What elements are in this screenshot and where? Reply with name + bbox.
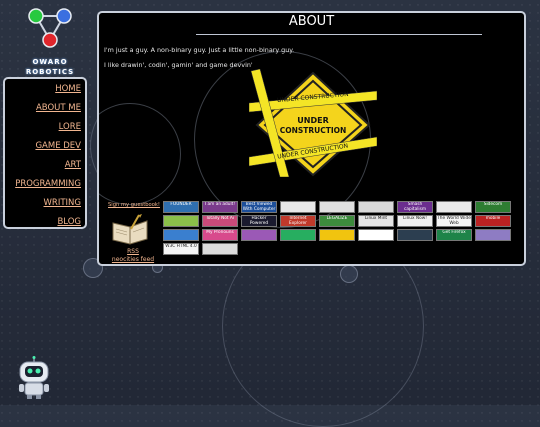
logo-wordmark-line1: OWARO xyxy=(32,58,68,66)
nav-link-about-me[interactable]: ABOUT ME xyxy=(36,103,81,113)
nav-link-art[interactable]: ART xyxy=(65,160,81,170)
site-logo[interactable]: OWARO ROBOTICS xyxy=(18,4,82,78)
site-badge-button[interactable] xyxy=(358,229,394,241)
site-badge-button[interactable] xyxy=(436,201,472,213)
site-badge-button[interactable] xyxy=(475,229,511,241)
site-badge-button[interactable] xyxy=(358,201,394,213)
site-badge-button[interactable]: W3C HTML 4.0 xyxy=(163,243,199,255)
hobbies-paragraph: I like drawin', codin', gamin' and game … xyxy=(104,61,253,69)
robot-mascot-icon[interactable] xyxy=(16,356,52,400)
site-badge-button[interactable] xyxy=(319,201,355,213)
nav-link-writing[interactable]: WRITING xyxy=(44,198,81,208)
nav-link-game-dev[interactable]: GAME DEV xyxy=(35,141,81,151)
site-badge-button[interactable] xyxy=(163,229,199,241)
sign-text-line2: CONSTRUCTION xyxy=(280,126,347,135)
rss-feed-label: neocities feed xyxy=(111,256,155,263)
nav-link-home[interactable]: HOME xyxy=(55,84,81,94)
site-badge-button[interactable]: Internet Explorer xyxy=(280,215,316,227)
site-badge-button[interactable] xyxy=(280,201,316,213)
site-badge-button[interactable]: Sidecom xyxy=(475,201,511,213)
background-node xyxy=(340,265,358,283)
site-badge-button[interactable]: The World Wide Web xyxy=(436,215,472,227)
under-construction-sign-icon: UNDER CONSTRUCTION UNDER CONSTRUCTION UN… xyxy=(249,69,377,177)
nav-link-lore[interactable]: LORE xyxy=(59,122,81,132)
intro-paragraph: I'm just a guy. A non-binary guy. Just a… xyxy=(104,46,295,54)
site-badge-button[interactable] xyxy=(319,229,355,241)
sidebar-nav: HOME ABOUT ME LORE GAME DEV ART PROGRAMM… xyxy=(3,77,87,229)
site-badges-grid: FOUNDER I am an adult! Best Viewed With Co… xyxy=(163,201,513,261)
site-badge-button[interactable]: My Pronouns xyxy=(202,229,238,241)
site-badge-button[interactable]: Linux Mint xyxy=(358,215,394,227)
site-badge-button[interactable] xyxy=(280,229,316,241)
nav-link-blog[interactable]: BLOG xyxy=(57,217,81,227)
guestbook-link[interactable]: Sign my guestbook! xyxy=(108,202,160,208)
site-badge-button[interactable]: I am an adult! xyxy=(202,201,238,213)
nav-link-programming[interactable]: PROGRAMMING xyxy=(15,179,81,189)
site-badge-button[interactable] xyxy=(163,215,199,227)
site-badge-button[interactable]: Smash capitalism xyxy=(397,201,433,213)
logo-nodes-icon xyxy=(28,8,72,48)
site-badge-button[interactable] xyxy=(241,229,277,241)
site-badge-button[interactable]: Best Viewed With Computer xyxy=(241,201,277,213)
site-badge-button[interactable]: mobile xyxy=(475,215,511,227)
site-badge-button[interactable]: Linux Now! xyxy=(397,215,433,227)
guestbook-book-icon[interactable] xyxy=(111,213,149,245)
site-badge-button[interactable]: FOUNDER xyxy=(163,201,199,213)
page-title: ABOUT xyxy=(288,14,335,29)
rss-label: RSS xyxy=(127,248,139,255)
logo-wordmark-line2: ROBOTICS xyxy=(25,68,75,76)
site-badge-button[interactable]: Get Firefox xyxy=(436,229,472,241)
site-badge-button[interactable]: Totally Not Ai xyxy=(202,215,238,227)
title-divider xyxy=(196,34,482,35)
site-badge-button[interactable]: Hacker Powered xyxy=(241,215,277,227)
sign-text-line1: UNDER xyxy=(297,116,328,125)
site-badge-button[interactable] xyxy=(202,243,238,255)
site-badge-button[interactable]: LEGALIZE xyxy=(319,215,355,227)
site-badge-button[interactable] xyxy=(397,229,433,241)
panel-background-ring xyxy=(99,103,181,205)
main-content-panel: ABOUT I'm just a guy. A non-binary guy. … xyxy=(97,11,526,266)
rss-feed-link[interactable]: RSS neocities feed xyxy=(108,248,158,264)
